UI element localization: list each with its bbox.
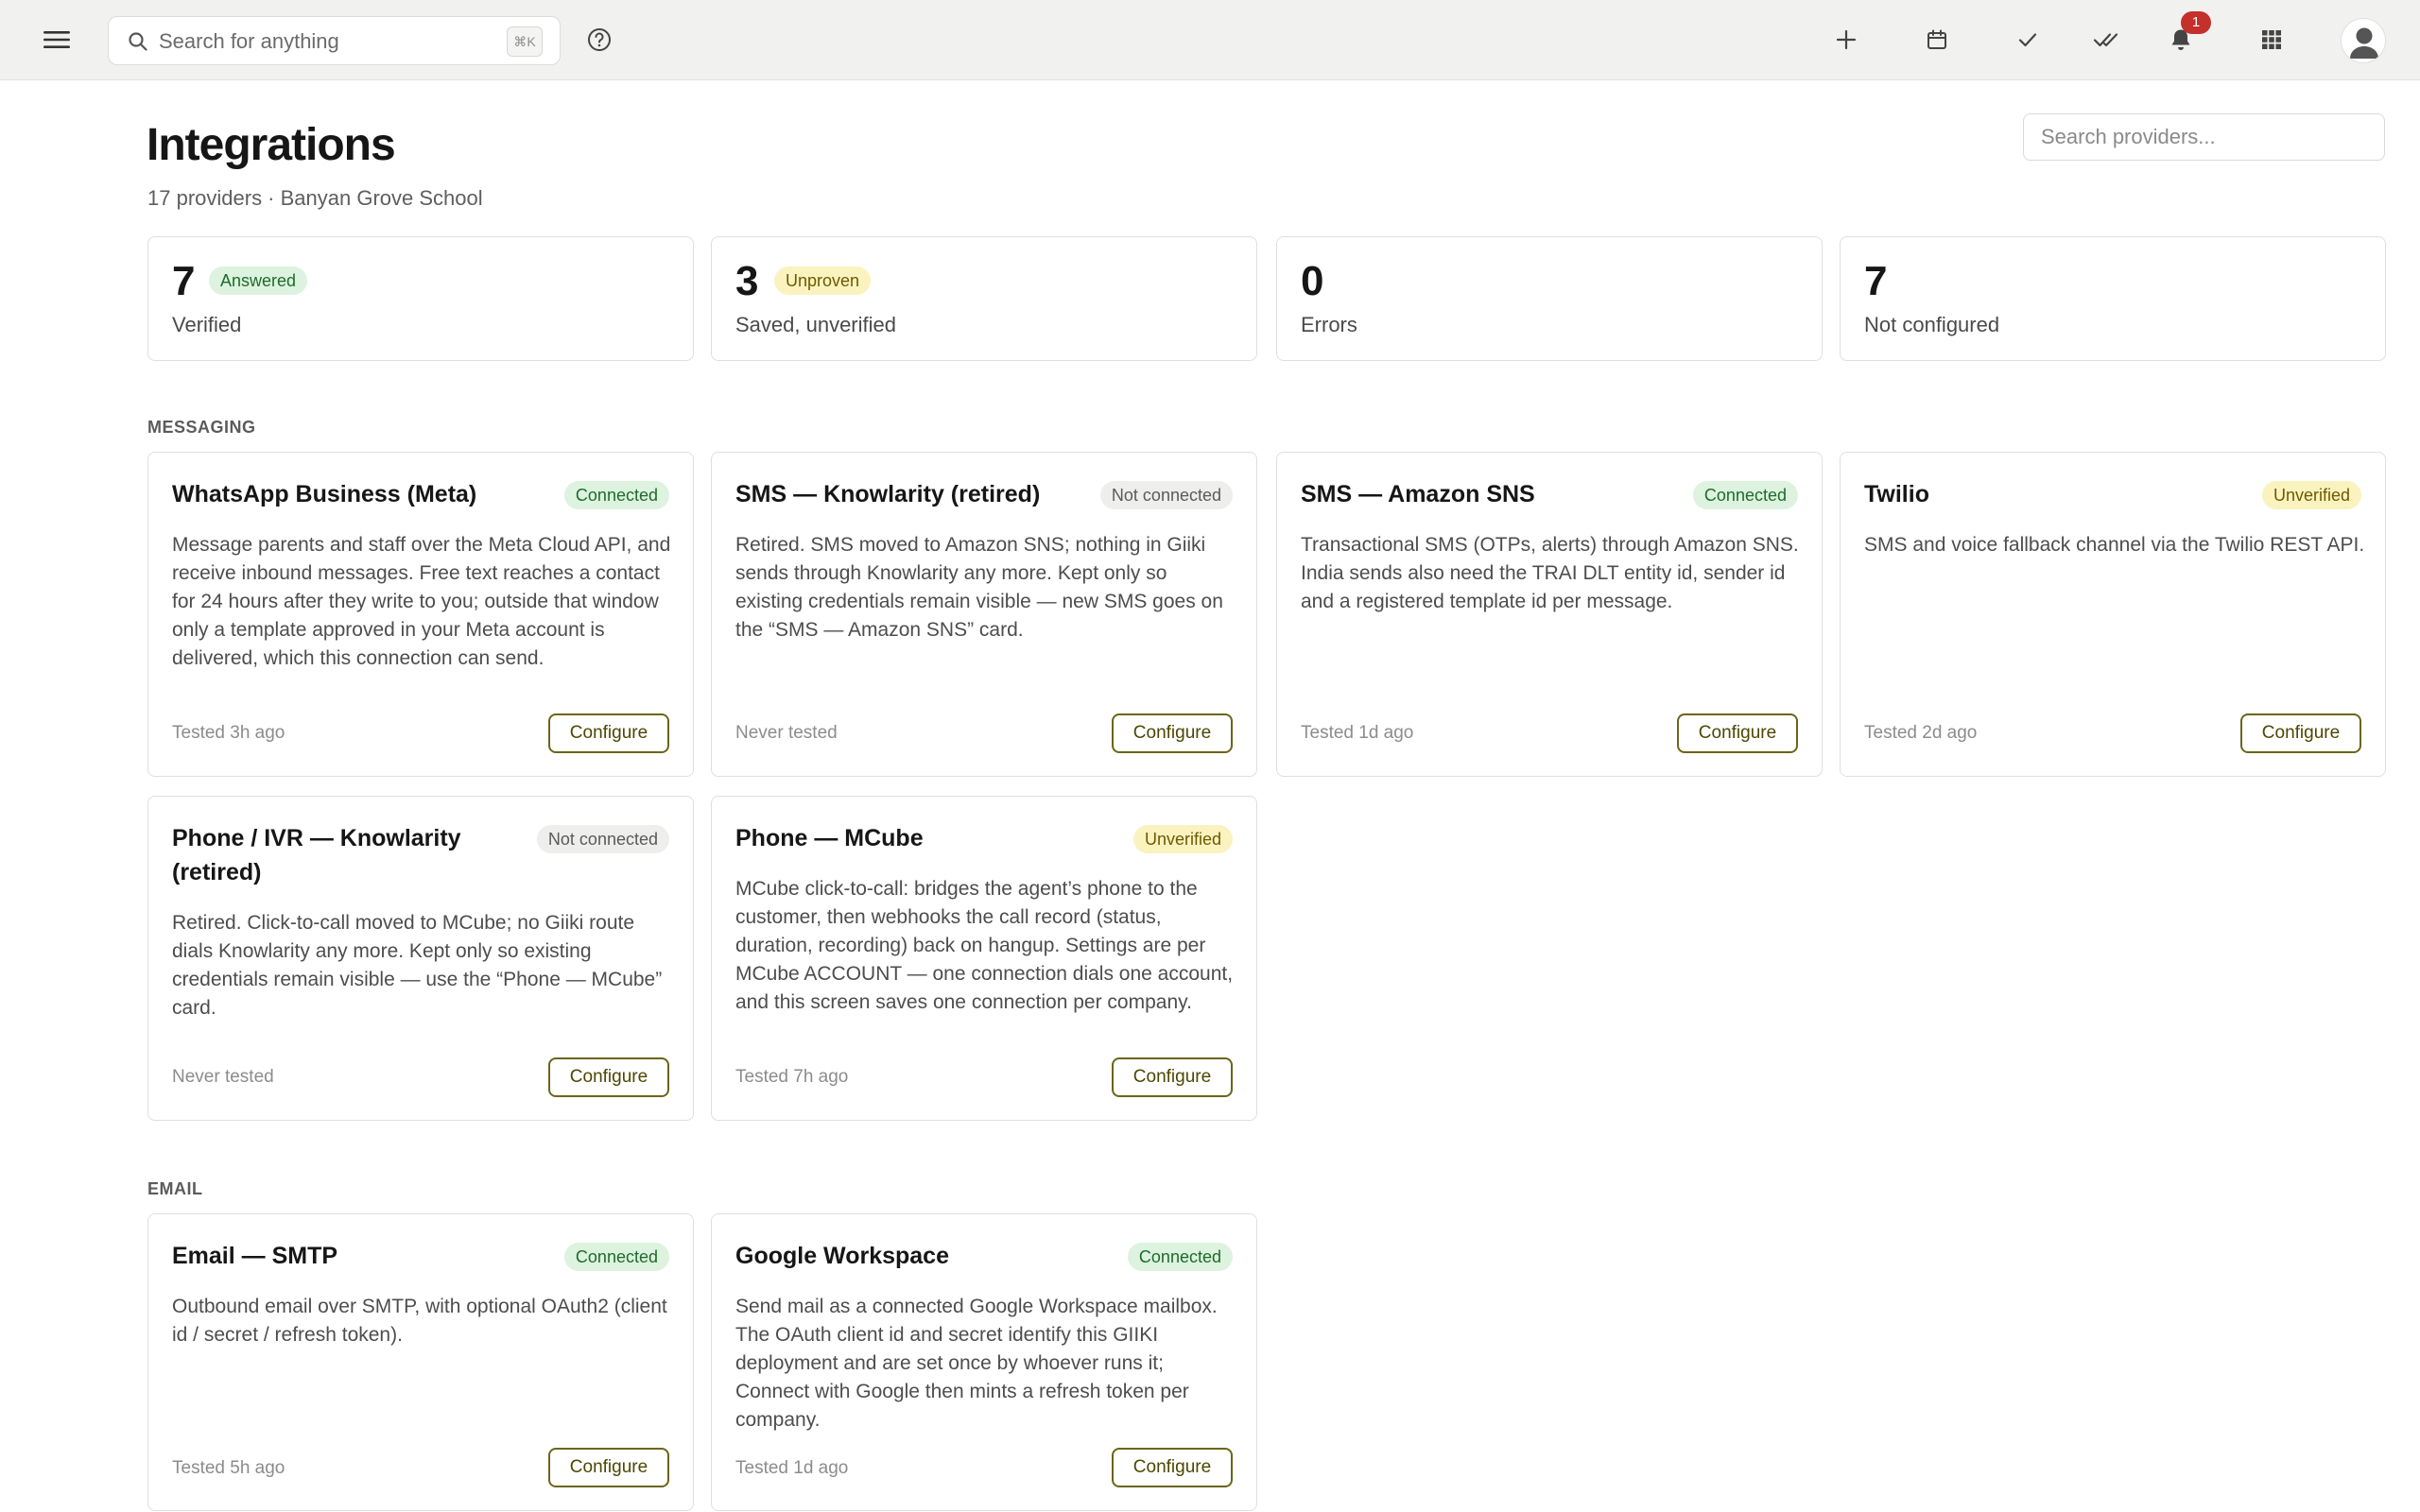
stat-pill: Answered [209, 266, 308, 295]
provider-card-sms-amazon-sns: SMS — Amazon SNS Connected Transactional… [1276, 452, 1823, 777]
status-badge: Connected [563, 1243, 669, 1271]
status-badge: Connected [1692, 481, 1798, 509]
configure-button[interactable]: Configure [548, 1057, 669, 1097]
provider-title: SMS — Knowlarity (retired) [735, 481, 1041, 507]
calendar-icon[interactable] [1916, 19, 1958, 60]
provider-title: WhatsApp Business (Meta) [172, 481, 477, 507]
provider-card-twilio: Twilio Unverified SMS and voice fallback… [1840, 452, 2386, 777]
provider-description: Send mail as a connected Google Workspac… [735, 1296, 1218, 1431]
provider-title: Phone — MCube [735, 825, 924, 851]
configure-button[interactable]: Configure [2240, 713, 2361, 753]
last-tested: Tested 7h ago [735, 1067, 849, 1087]
search-placeholder: Search for anything [159, 29, 339, 53]
last-tested: Never tested [172, 1067, 274, 1087]
provider-card-whatsapp: WhatsApp Business (Meta) Connected Messa… [147, 452, 694, 777]
status-badge: Connected [1127, 1243, 1233, 1271]
provider-title: Google Workspace [735, 1243, 949, 1269]
stat-card-not-configured: 7 Not configured [1840, 236, 2386, 361]
provider-title: Twilio [1864, 481, 1929, 507]
last-tested: Tested 3h ago [172, 723, 285, 743]
help-icon[interactable] [580, 21, 618, 59]
stat-value: 0 [1301, 258, 1324, 304]
stat-label: Errors [1301, 313, 1357, 336]
last-tested: Never tested [735, 723, 838, 743]
page-subtitle: 17 providers · Banyan Grove School [147, 186, 483, 210]
configure-button[interactable]: Configure [1112, 713, 1233, 753]
user-avatar[interactable] [2341, 18, 2386, 63]
global-search-input[interactable]: Search for anything ⌘K [108, 16, 561, 65]
provider-search-input[interactable] [2023, 113, 2385, 161]
provider-card-phone-knowlarity: Phone / IVR — Knowlarity (retired) Not c… [147, 796, 694, 1121]
search-icon [129, 32, 147, 51]
last-tested: Tested 2d ago [1864, 723, 1978, 743]
notification-count-badge: 1 [2181, 11, 2211, 34]
stat-label: Saved, unverified [735, 313, 896, 336]
stat-label: Verified [172, 313, 242, 336]
apps-grid-icon[interactable] [2251, 19, 2292, 60]
provider-description: Outbound email over SMTP, with optional … [172, 1296, 667, 1346]
stat-pill: Unproven [774, 266, 872, 295]
provider-description: Transactional SMS (OTPs, alerts) through… [1301, 534, 1799, 612]
stat-card-errors: 0 Errors [1276, 236, 1823, 361]
provider-description: SMS and voice fallback channel via the T… [1864, 534, 2365, 556]
hamburger-menu-icon[interactable] [38, 21, 76, 59]
last-tested: Tested 1d ago [1301, 723, 1414, 743]
status-badge: Not connected [536, 825, 669, 853]
provider-description: Retired. Click-to-call moved to MCube; n… [172, 912, 663, 1019]
notifications-bell-icon[interactable]: 1 [2160, 11, 2211, 60]
configure-button[interactable]: Configure [1112, 1057, 1233, 1097]
last-tested: Tested 5h ago [172, 1458, 285, 1478]
search-shortcut-hint: ⌘K [507, 26, 543, 57]
stat-value: 7 [172, 258, 196, 304]
section-label-messaging: MESSAGING [147, 418, 256, 437]
last-tested: Tested 1d ago [735, 1458, 849, 1478]
status-badge: Connected [563, 481, 669, 509]
section-label-email: EMAIL [147, 1179, 203, 1198]
provider-card-sms-knowlarity: SMS — Knowlarity (retired) Not connected… [711, 452, 1257, 777]
page-title: Integrations [147, 120, 396, 170]
configure-button[interactable]: Configure [548, 713, 669, 753]
provider-title: Email — SMTP [172, 1243, 338, 1269]
provider-card-email-smtp: Email — SMTP Connected Outbound email ov… [147, 1213, 694, 1511]
stat-card-unverified: 3 Unproven Saved, unverified [711, 236, 1257, 361]
stat-label: Not configured [1864, 313, 2000, 336]
add-icon[interactable] [1825, 19, 1867, 60]
configure-button[interactable]: Configure [1677, 713, 1798, 753]
provider-title: Phone / IVR — Knowlarity (retired) [172, 825, 461, 885]
provider-card-google-workspace: Google Workspace Connected Send mail as … [711, 1213, 1257, 1511]
stat-value: 7 [1864, 258, 1888, 304]
check-icon[interactable] [2007, 19, 2048, 60]
status-badge: Unverified [2261, 481, 2361, 509]
provider-title: SMS — Amazon SNS [1301, 481, 1535, 507]
top-bar: Search for anything ⌘K 1 [0, 0, 2420, 80]
provider-description: Retired. SMS moved to Amazon SNS; nothin… [735, 534, 1223, 641]
stat-value: 3 [735, 258, 759, 304]
status-badge: Not connected [1099, 481, 1233, 509]
provider-card-phone-mcube: Phone — MCube Unverified MCube click-to-… [711, 796, 1257, 1121]
configure-button[interactable]: Configure [548, 1448, 669, 1487]
stat-card-verified: 7 Answered Verified [147, 236, 694, 361]
provider-description: Message parents and staff over the Meta … [172, 534, 671, 669]
status-badge: Unverified [1132, 825, 1233, 853]
configure-button[interactable]: Configure [1112, 1448, 1233, 1487]
provider-description: MCube click-to-call: bridges the agent’s… [735, 878, 1234, 1013]
double-check-icon[interactable] [2086, 19, 2128, 60]
